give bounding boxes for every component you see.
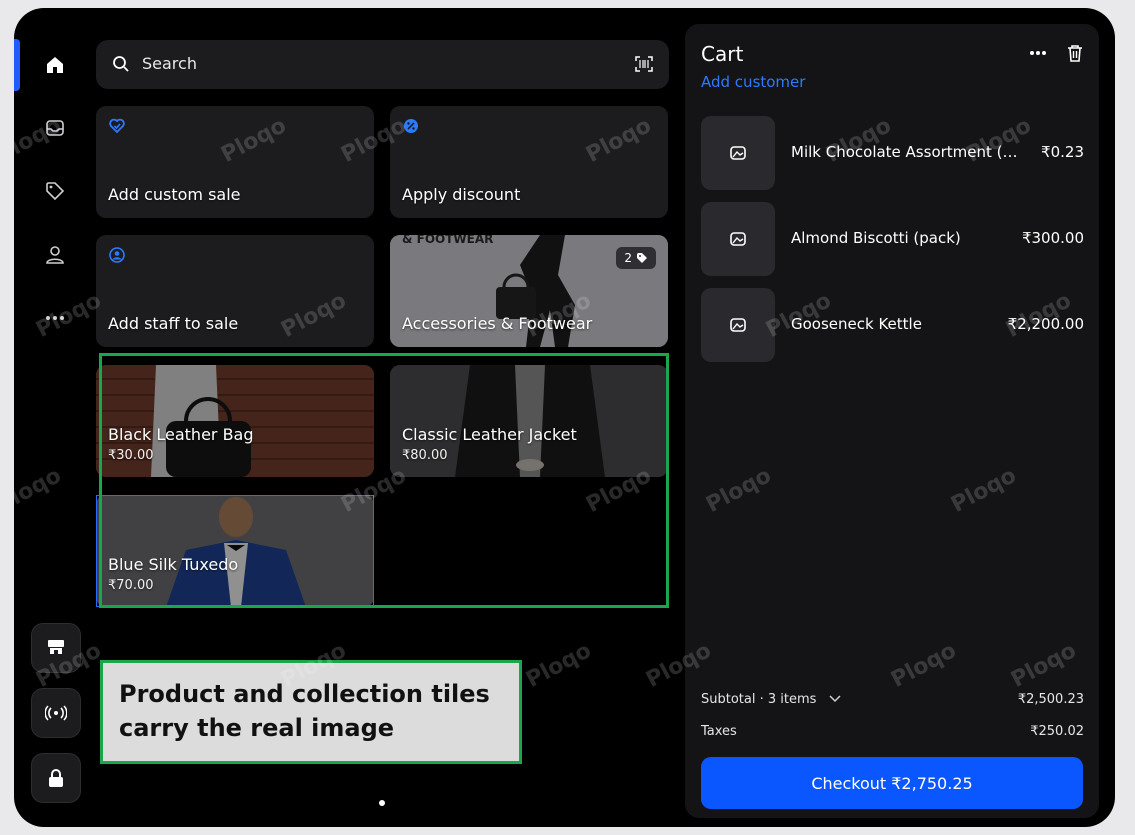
inbox-icon[interactable] <box>42 115 68 141</box>
subtotal-value: ₹2,500.23 <box>1017 692 1084 707</box>
subtotal-row[interactable]: Subtotal · 3 items ₹2,500.23 <box>701 692 1084 707</box>
page-indicator-dot[interactable] <box>379 800 385 806</box>
add-customer-link[interactable]: Add customer <box>701 73 805 91</box>
callout-line-2: carry the real image <box>119 714 395 742</box>
lock-icon <box>49 769 63 787</box>
image-placeholder-icon <box>730 146 746 160</box>
annotation-callout: Product and collection tiles carry the r… <box>100 660 522 764</box>
tile-label: Add staff to sale <box>108 314 239 333</box>
heart-check-icon <box>109 118 125 134</box>
person-icon[interactable] <box>42 242 68 268</box>
lock-button[interactable] <box>31 753 81 803</box>
taxes-row: Taxes ₹250.02 <box>701 724 1084 739</box>
callout-line-1: Product and collection tiles <box>119 680 490 708</box>
tag-icon[interactable] <box>42 178 68 204</box>
pos-device: Search Add custom sale Apply discount Ad… <box>14 8 1115 827</box>
active-nav-indicator <box>14 39 20 91</box>
annotation-highlight-box <box>99 353 669 608</box>
more-options-icon[interactable] <box>1029 50 1047 56</box>
item-price: ₹2,200.00 <box>1007 315 1084 333</box>
cart-item[interactable]: Almond Biscotti (pack) ₹300.00 <box>701 202 1084 276</box>
item-thumbnail <box>701 116 775 190</box>
subtotal-label: Subtotal · 3 items <box>701 692 817 707</box>
item-count-badge: 2 <box>616 247 656 269</box>
user-circle-icon <box>109 247 125 263</box>
watermark-text: Ploqo <box>14 463 66 518</box>
collection-image-text: & FOOTWEAR <box>402 235 494 246</box>
store-icon <box>48 640 64 654</box>
cart-panel: Cart Add customer Milk Chocolate Assortm… <box>685 24 1099 818</box>
tile-label: Add custom sale <box>108 185 241 204</box>
broadcast-button[interactable] <box>31 688 81 738</box>
image-placeholder-icon <box>730 318 746 332</box>
cart-item[interactable]: Milk Chocolate Assortment (b… ₹0.23 <box>701 116 1084 190</box>
item-name: Gooseneck Kettle <box>791 315 922 333</box>
cart-actions <box>1029 44 1083 62</box>
cart-item[interactable]: Gooseneck Kettle ₹2,200.00 <box>701 288 1084 362</box>
discount-icon <box>404 119 418 133</box>
item-thumbnail <box>701 202 775 276</box>
tile-label: Apply discount <box>402 185 521 204</box>
chevron-down-icon <box>829 695 841 703</box>
taxes-label: Taxes <box>701 724 737 739</box>
apply-discount-tile[interactable]: Apply discount <box>390 106 668 218</box>
search-bar[interactable]: Search <box>96 40 669 89</box>
checkout-button[interactable]: Checkout ₹2,750.25 <box>701 757 1083 809</box>
image-placeholder-icon <box>730 232 746 246</box>
item-thumbnail <box>701 288 775 362</box>
store-button[interactable] <box>31 623 81 673</box>
trash-icon[interactable] <box>1067 44 1083 62</box>
search-icon <box>113 56 129 72</box>
more-icon[interactable] <box>42 305 68 331</box>
cart-title: Cart <box>701 42 744 66</box>
item-price: ₹0.23 <box>1041 143 1084 161</box>
item-name: Almond Biscotti (pack) <box>791 229 961 247</box>
tag-icon <box>637 253 647 263</box>
barcode-scan-icon[interactable] <box>635 56 653 72</box>
broadcast-icon <box>45 705 67 721</box>
item-name: Milk Chocolate Assortment (b… <box>791 143 1019 161</box>
taxes-value: ₹250.02 <box>1030 724 1084 739</box>
item-price: ₹300.00 <box>1021 229 1084 247</box>
tile-label: Accessories & Footwear <box>402 314 593 333</box>
add-custom-sale-tile[interactable]: Add custom sale <box>96 106 374 218</box>
home-icon[interactable] <box>42 52 68 78</box>
add-staff-tile[interactable]: Add staff to sale <box>96 235 374 347</box>
watermark-text: Ploqo <box>522 638 596 693</box>
search-input[interactable]: Search <box>142 54 197 73</box>
accessories-collection-tile[interactable]: & FOOTWEAR 2 Accessories & Footwear <box>390 235 668 347</box>
item-count: 2 <box>624 251 632 265</box>
